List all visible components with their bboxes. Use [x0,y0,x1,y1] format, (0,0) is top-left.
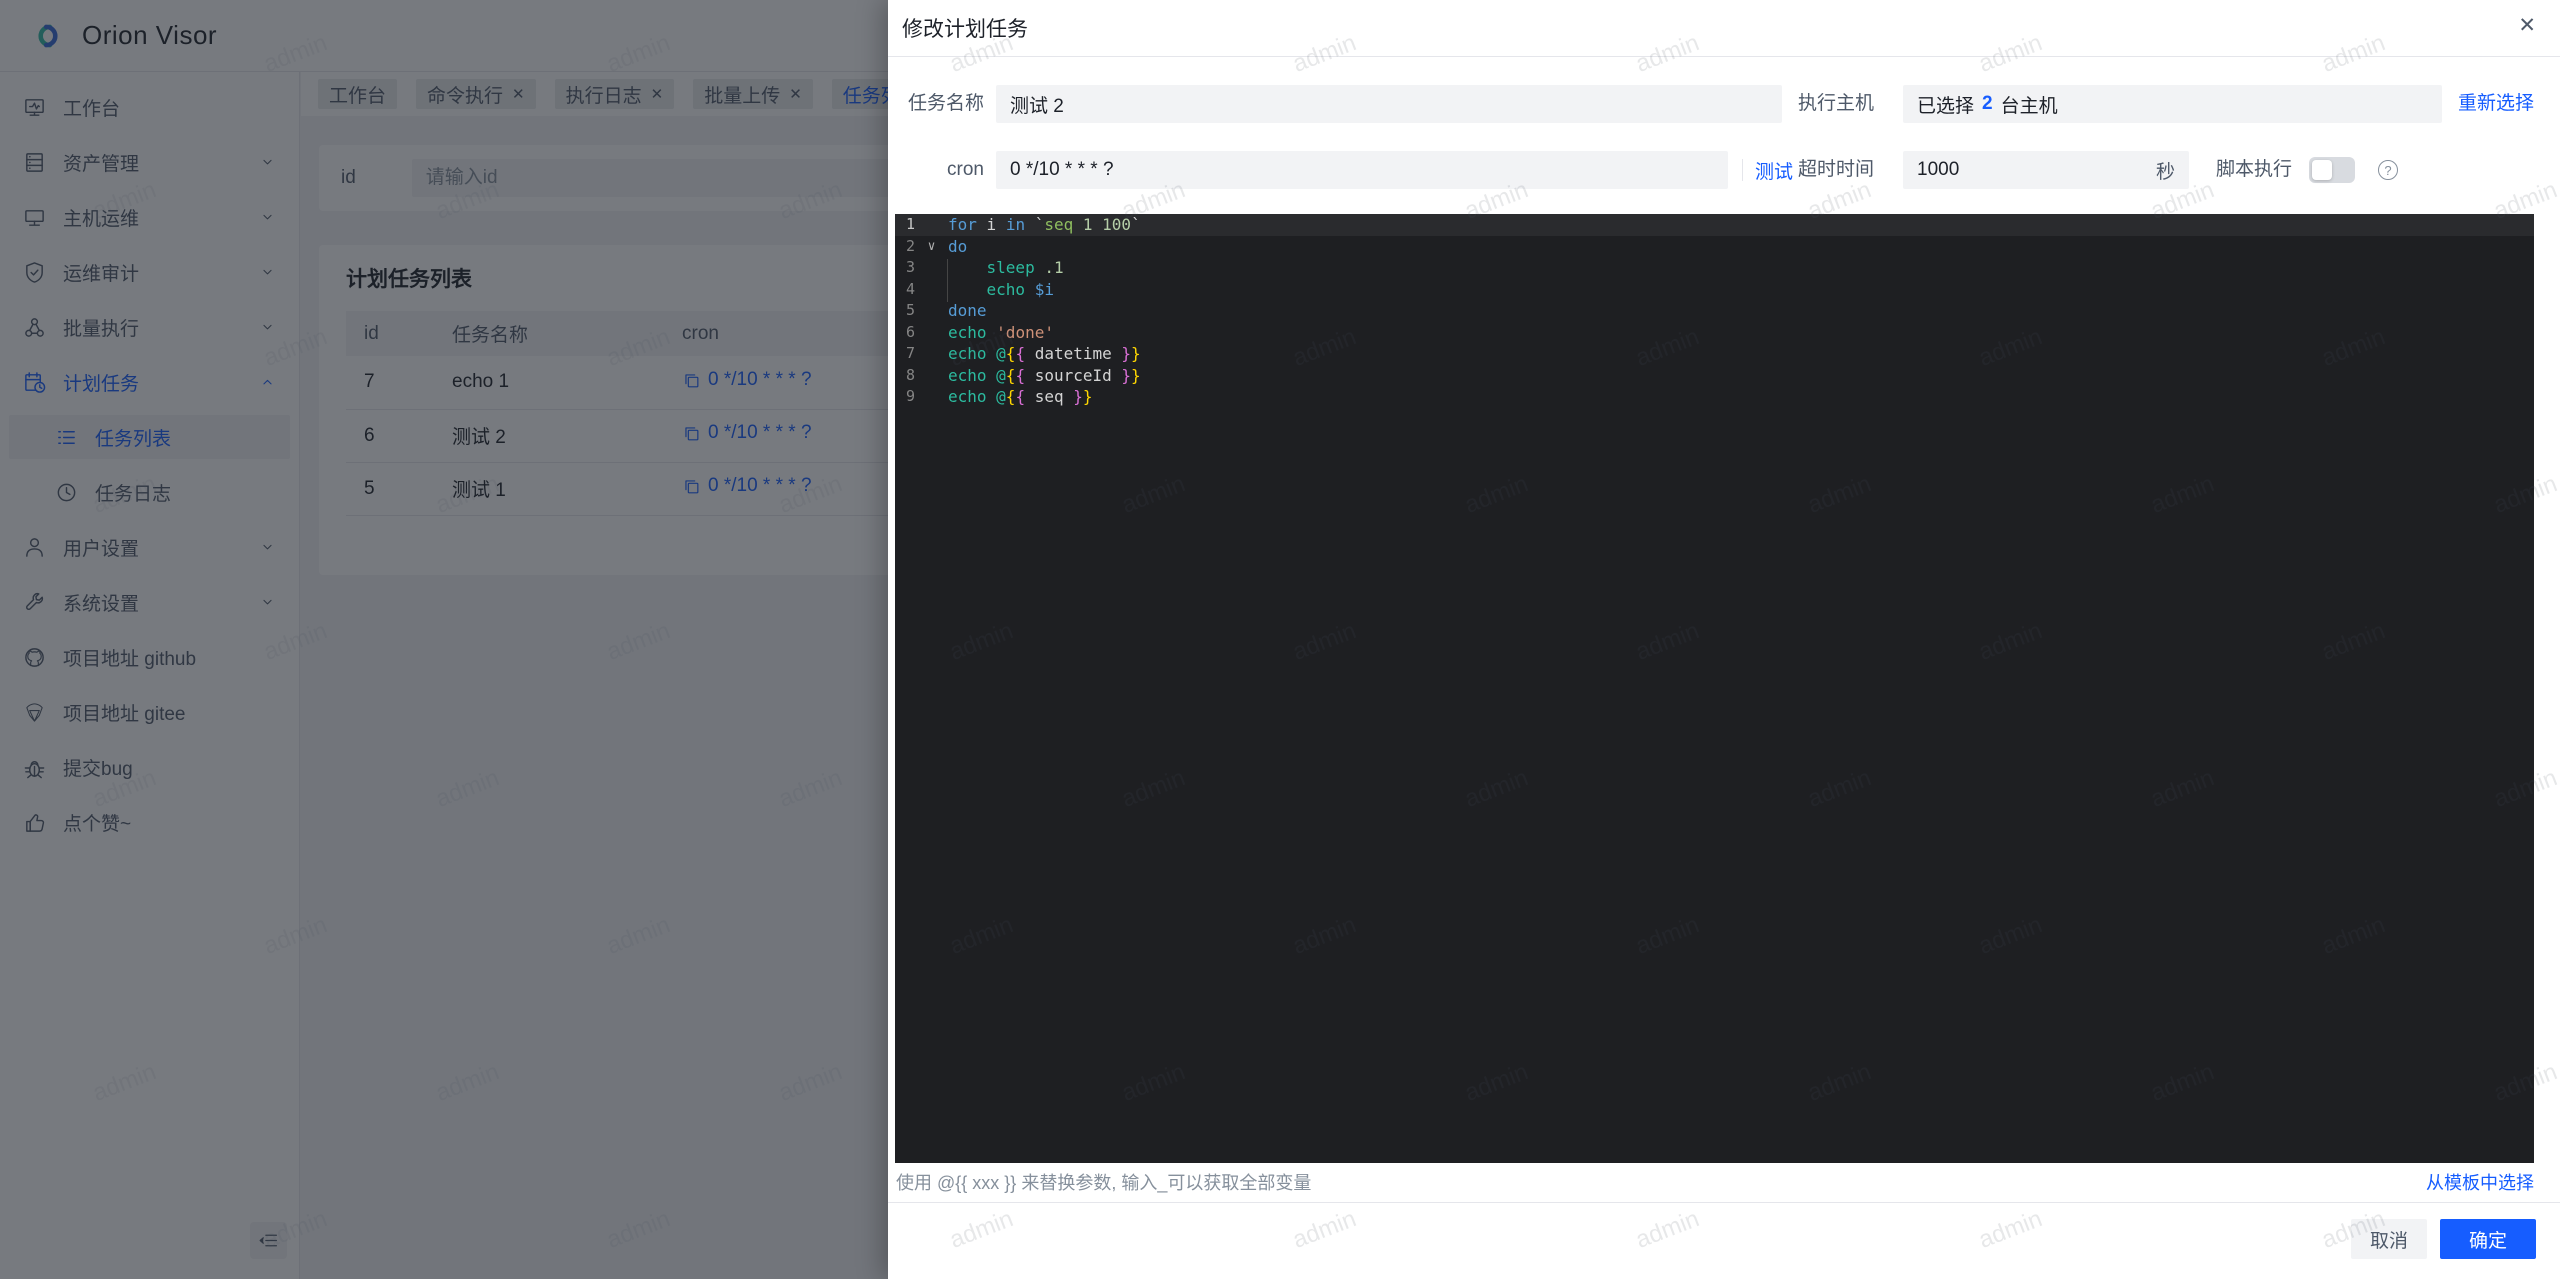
task-name-value: 测试 2 [1010,95,1064,117]
drawer-title: 修改计划任务 [902,18,1028,41]
line-number: 7 [905,344,915,362]
gutter-spacer [915,343,948,365]
help-icon[interactable]: ? [2378,160,2398,180]
reselect-hosts-link[interactable]: 重新选择 [2458,85,2534,123]
code-line: 7 echo @{{ datetime }} [895,343,2534,365]
timeout-label: 超时时间 [1797,159,1874,180]
timeout-unit: 秒 [2155,161,2175,183]
cron-input[interactable]: 0 */10 * * * ? [996,151,1728,189]
code-text: echo $i [986,279,1054,299]
host-selected-count: 2 [1982,93,1993,114]
code-line: 2 ∨ do [895,236,2534,258]
drawer-header: 修改计划任务 [888,0,2560,57]
line-number: 8 [905,365,915,384]
line-number: 4 [905,279,915,298]
parameter-hint: 使用 @{{ xxx }} 来替换参数, 输入_可以获取全部变量 [896,1173,1312,1193]
confirm-button[interactable]: 确定 [2440,1219,2536,1259]
code-line: 6 echo 'done' [895,322,2534,344]
host-selected-suffix: 台主机 [2000,95,2058,117]
code-line: 5 done [895,300,2534,322]
gutter-spacer [915,214,948,236]
code-text: echo @{{ datetime }} [948,344,1141,363]
cancel-button[interactable]: 取消 [2351,1219,2427,1259]
code-line: 9 echo @{{ seq }} [895,386,2534,408]
choose-template-link[interactable]: 从模板中选择 [2426,1169,2534,1195]
close-icon[interactable]: ✕ [2518,15,2536,36]
line-number: 5 [905,301,915,319]
cron-row: cron 0 */10 * * * ? 测试 超时时间 1000 秒 脚本执行 … [896,151,2534,189]
gutter-spacer [915,257,948,279]
code-text: done [948,301,987,320]
task-name-row: 任务名称 测试 2 执行主机 已选择 2 台主机 重新选择 [896,85,2534,123]
exec-host-field[interactable]: 已选择 2 台主机 [1903,85,2442,123]
gutter-spacer [915,386,948,408]
code-text: echo @{{ seq }} [948,387,1093,406]
gutter-spacer [915,300,948,322]
cron-input-value: 0 */10 * * * ? [1010,159,1114,180]
code-text: echo 'done' [948,322,1054,342]
code-text: do [948,236,968,256]
gutter-spacer [915,365,948,387]
script-exec-label: 脚本执行 [2216,159,2293,180]
gutter-spacer [915,279,948,301]
screen: Orion Visor 工作台 资产管理 主机运维 运维审计 批量执行 [0,0,2560,1279]
toggle-knob [2312,160,2332,180]
script-exec-toggle[interactable] [2309,157,2355,183]
code-line: 8 echo @{{ sourceId }} [895,365,2534,387]
code-text: for i in `seq 1 100` [948,215,1141,234]
drawer-footer: 取消 确定 [888,1202,2560,1279]
code-line: 4 echo $i [895,279,2534,301]
divider [1742,159,1743,181]
line-number: 2 [905,236,915,255]
line-number: 9 [905,387,915,405]
exec-host-label: 执行主机 [1797,93,1874,114]
code-line: 3 sleep .1 [895,257,2534,279]
cron-label: cron [947,159,984,180]
task-name-label: 任务名称 [907,93,984,114]
gutter-spacer [915,322,948,344]
edit-task-drawer: 修改计划任务 ✕ 任务名称 测试 2 执行主机 已选择 2 台主机 重新选择 c… [888,0,2560,1279]
task-name-input[interactable]: 测试 2 [996,85,1782,123]
line-number: 3 [905,258,915,276]
timeout-value: 1000 [1917,159,1960,180]
code-line: 1 for i in `seq 1 100` [895,214,2534,236]
fold-chevron-icon[interactable]: ∨ [915,236,948,258]
code-text: sleep .1 [986,258,1064,277]
script-editor[interactable]: 1 for i in `seq 1 100` 2 ∨ do 3 sleep .1 4 ech… [895,214,2534,1163]
host-selected-prefix: 已选择 [1917,95,1975,117]
editor-hint-row: 使用 @{{ xxx }} 来替换参数, 输入_可以获取全部变量 从模板中选择 [896,1167,2534,1197]
line-number: 1 [905,215,915,233]
line-number: 6 [905,322,915,341]
timeout-input[interactable]: 1000 秒 [1903,151,2189,189]
code-text: echo @{{ sourceId }} [948,365,1141,385]
cron-test-link[interactable]: 测试 [1755,157,1793,184]
